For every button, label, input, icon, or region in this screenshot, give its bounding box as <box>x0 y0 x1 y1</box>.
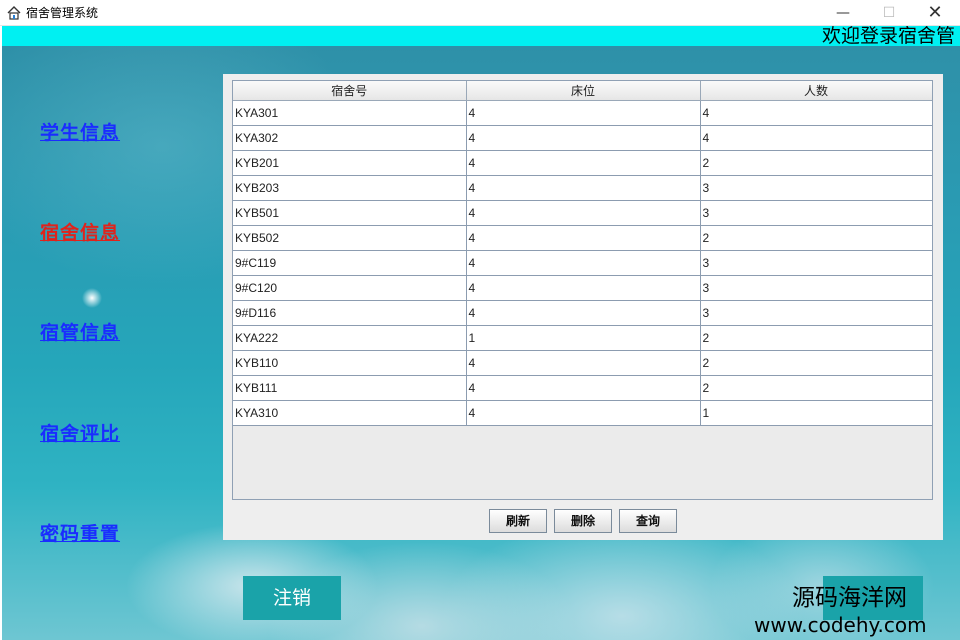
table-row[interactable]: KYB110 4 2 <box>233 350 932 376</box>
cell-room[interactable]: KYB502 <box>233 225 467 251</box>
cell-beds[interactable]: 4 <box>466 250 701 276</box>
cell-beds[interactable]: 4 <box>466 125 701 151</box>
cell-room[interactable]: KYA222 <box>233 325 467 351</box>
cell-occupants[interactable]: 1 <box>700 400 932 426</box>
refresh-button[interactable]: 刷新 <box>489 509 547 533</box>
logout-button[interactable]: 注销 <box>243 576 341 620</box>
nav-manager-info[interactable]: 宿管信息 <box>40 318 120 345</box>
column-header-room[interactable]: 宿舍号 <box>233 81 467 101</box>
cell-room[interactable]: 9#C120 <box>233 275 467 301</box>
cell-beds[interactable]: 4 <box>466 300 701 326</box>
table-row[interactable]: KYB111 4 2 <box>233 375 932 401</box>
cell-beds[interactable]: 4 <box>466 350 701 376</box>
watermark-title: 源码海洋网 <box>792 585 907 611</box>
table-row[interactable]: KYA302 4 4 <box>233 125 932 151</box>
cell-occupants[interactable]: 3 <box>700 175 932 201</box>
cell-room[interactable]: KYB110 <box>233 350 467 376</box>
table-row[interactable]: KYA222 1 2 <box>233 325 932 351</box>
cell-beds[interactable]: 4 <box>466 225 701 251</box>
cell-beds[interactable]: 4 <box>466 275 701 301</box>
cell-occupants[interactable]: 2 <box>700 325 932 351</box>
table-row[interactable]: 9#C119 4 3 <box>233 250 932 276</box>
main-area: 欢迎登录宿舍管 学生信息 宿舍信息 宿管信息 宿舍评比 密码重置 宿舍号 床位 … <box>2 26 960 640</box>
cell-room[interactable]: KYB501 <box>233 200 467 226</box>
table-row[interactable]: KYB201 4 2 <box>233 150 932 176</box>
cell-room[interactable]: 9#D116 <box>233 300 467 326</box>
window-title: 宿舍管理系统 <box>26 6 99 20</box>
table-row[interactable]: KYA301 4 4 <box>233 100 932 126</box>
cell-occupants[interactable]: 3 <box>700 300 932 326</box>
cell-room[interactable]: KYB203 <box>233 175 467 201</box>
query-button[interactable]: 查询 <box>619 509 677 533</box>
cell-occupants[interactable]: 3 <box>700 250 932 276</box>
cell-room[interactable]: KYB111 <box>233 375 467 401</box>
dorm-panel: 宿舍号 床位 人数 KYA301 4 4 KYA302 4 4 KYB201 4 2 KYB… <box>223 74 943 540</box>
cell-occupants[interactable]: 2 <box>700 350 932 376</box>
cell-occupants[interactable]: 3 <box>700 200 932 226</box>
table-header-row: 宿舍号 床位 人数 <box>233 81 932 101</box>
cell-room[interactable]: KYA302 <box>233 125 467 151</box>
cell-beds[interactable]: 4 <box>466 200 701 226</box>
cell-beds[interactable]: 4 <box>466 400 701 426</box>
welcome-banner <box>2 26 960 46</box>
cell-beds[interactable]: 4 <box>466 150 701 176</box>
watermark-url: www.codehy.com <box>754 613 927 637</box>
table-row[interactable]: KYB502 4 2 <box>233 225 932 251</box>
cell-occupants[interactable]: 4 <box>700 125 932 151</box>
house-icon <box>7 6 21 20</box>
nav-dorm-rating[interactable]: 宿舍评比 <box>40 419 120 446</box>
cell-room[interactable]: KYA310 <box>233 400 467 426</box>
cell-beds[interactable]: 4 <box>466 375 701 401</box>
table-row[interactable]: 9#D116 4 3 <box>233 300 932 326</box>
column-header-occupants[interactable]: 人数 <box>700 81 932 101</box>
cell-occupants[interactable]: 2 <box>700 150 932 176</box>
cell-room[interactable]: KYB201 <box>233 150 467 176</box>
cell-occupants[interactable]: 2 <box>700 375 932 401</box>
cell-occupants[interactable]: 4 <box>700 100 932 126</box>
close-button[interactable]: ✕ <box>912 0 958 26</box>
table-row[interactable]: KYB501 4 3 <box>233 200 932 226</box>
table-actions: 刷新 删除 查询 <box>223 509 943 535</box>
cell-beds[interactable]: 4 <box>466 100 701 126</box>
cell-room[interactable]: 9#C119 <box>233 250 467 276</box>
table-row[interactable]: KYB203 4 3 <box>233 175 932 201</box>
cell-room[interactable]: KYA301 <box>233 100 467 126</box>
dorm-table-scroll[interactable]: 宿舍号 床位 人数 KYA301 4 4 KYA302 4 4 KYB201 4 2 KYB… <box>232 80 933 500</box>
maximize-button[interactable]: ☐ <box>866 0 912 26</box>
title-bar: 宿舍管理系统 — ☐ ✕ <box>0 0 960 26</box>
table-row[interactable]: 9#C120 4 3 <box>233 275 932 301</box>
cell-occupants[interactable]: 2 <box>700 225 932 251</box>
cell-occupants[interactable]: 3 <box>700 275 932 301</box>
nav-dorm-info[interactable]: 宿舍信息 <box>40 218 120 245</box>
table-row[interactable]: KYA310 4 1 <box>233 400 932 426</box>
cell-beds[interactable]: 4 <box>466 175 701 201</box>
nav-student-info[interactable]: 学生信息 <box>40 118 120 145</box>
welcome-text: 欢迎登录宿舍管 <box>822 26 956 47</box>
nav-password-reset[interactable]: 密码重置 <box>40 519 120 546</box>
delete-button[interactable]: 删除 <box>554 509 612 533</box>
minimize-button[interactable]: — <box>820 0 866 26</box>
column-header-beds[interactable]: 床位 <box>466 81 701 101</box>
cell-beds[interactable]: 1 <box>466 325 701 351</box>
dorm-table: 宿舍号 床位 人数 KYA301 4 4 KYA302 4 4 KYB201 4 2 KYB… <box>233 81 932 426</box>
